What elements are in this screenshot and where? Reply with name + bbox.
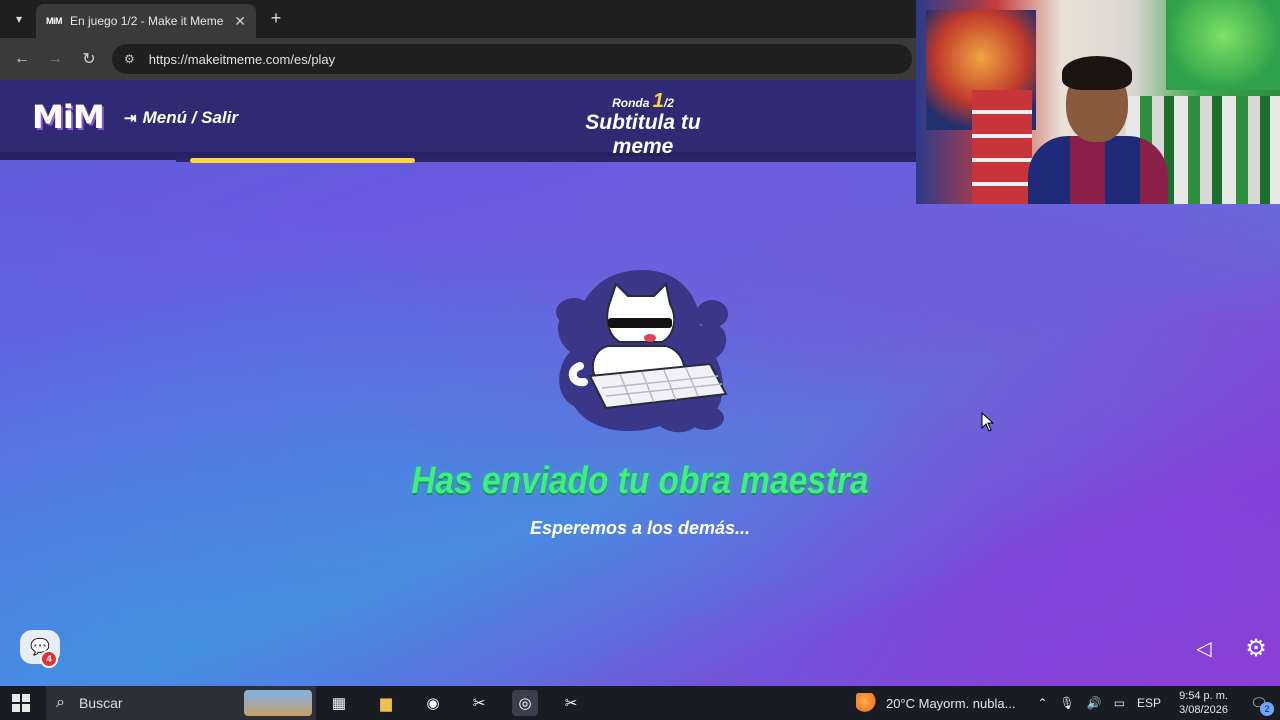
streamer (1028, 56, 1168, 204)
clock-time: 9:54 p. m. (1179, 690, 1228, 702)
system-tray: 20°C Mayorm. nubla... ⌃ 🎙 🔊 ▭ ESP 9:54 p… (855, 686, 1280, 720)
address-bar[interactable]: ⚙ https://makeitmeme.com/es/play (112, 44, 912, 74)
menu-exit-button[interactable]: ⇥ Menú / Salir (124, 108, 238, 128)
status-subtitle: Esperemos a los demás... (529, 518, 751, 538)
microphone-icon[interactable]: 🎙 (1060, 696, 1075, 710)
sound-muted-icon[interactable]: ◁ (1192, 636, 1216, 660)
mim-logo[interactable]: MiM (32, 98, 105, 136)
network-icon[interactable]: ▭ (1114, 696, 1125, 710)
capcut-icon[interactable]: ✂ (466, 690, 492, 716)
game-header: MiM ⇥ Menú / Salir Ronda 1/2 Subtitula t… (0, 80, 916, 160)
gear-icon[interactable]: ⚙ (1243, 635, 1269, 662)
menu-exit-label: Menú / Salir (142, 108, 238, 127)
back-icon[interactable]: ← (11, 48, 33, 70)
tab-active[interactable]: MiM En juego 1/2 - Make it Meme ✕ (36, 4, 256, 38)
obs-icon[interactable]: ◉ (420, 690, 446, 716)
search-placeholder: Buscar (78, 695, 123, 711)
taskbar-search[interactable]: ⌕ Buscar (46, 686, 316, 720)
progress-fill (190, 158, 416, 163)
chevron-up-icon[interactable]: ⌃ (1037, 696, 1047, 710)
streamer-body (1028, 136, 1168, 204)
exit-icon: ⇥ (124, 110, 137, 127)
status-title: Has enviado tu obra maestra (411, 460, 869, 502)
notification-count: 2 (1260, 702, 1274, 716)
streamer-hair (1062, 56, 1132, 90)
volume-icon[interactable]: 🔊 (1087, 696, 1102, 710)
site-settings-icon[interactable]: ⚙ (124, 52, 135, 66)
round-label: Ronda (612, 96, 650, 110)
webcam-overlay (916, 0, 1280, 204)
progress-bar (190, 158, 916, 163)
tab-list-icon[interactable]: ▾ (8, 8, 30, 30)
plus-icon[interactable]: + (266, 8, 286, 28)
tab-title: En juego 1/2 - Make it Meme (70, 14, 224, 28)
round-title: Subtitula tu meme (585, 111, 701, 158)
round-line: Ronda 1/2 (560, 90, 726, 113)
forward-icon[interactable]: → (44, 48, 66, 70)
tab-favicon: MiM (46, 16, 63, 26)
round-indicator: Ronda 1/2 Subtitula tu meme (560, 90, 726, 159)
chat-badge: 4 (40, 650, 58, 668)
clock-date: 3/08/2026 (1179, 704, 1228, 716)
reload-icon[interactable]: ↻ (78, 48, 100, 70)
shoe-boxes (972, 90, 1032, 204)
search-highlight-image (244, 690, 312, 716)
chrome-icon[interactable]: ◎ (512, 690, 538, 716)
search-icon: ⌕ (56, 694, 65, 711)
windows-start-icon[interactable] (12, 694, 30, 712)
mouse-cursor-icon (981, 412, 995, 432)
round-total: /2 (663, 96, 674, 110)
capcut-icon-2[interactable]: ✂ (558, 690, 584, 716)
clock[interactable]: 9:54 p. m. 3/08/2026 (1179, 689, 1228, 717)
url-text: https://makeitmeme.com/es/play (148, 51, 336, 67)
cat-typing-illustration (556, 270, 728, 433)
taskbar: ⌕ Buscar ▦ ▆ ◉ ✂ ◎ ✂ 20°C Mayorm. nubla.… (0, 686, 1280, 720)
task-view-icon[interactable]: ▦ (326, 690, 352, 716)
weather-icon[interactable] (855, 693, 878, 713)
weather-text[interactable]: 20°C Mayorm. nubla... (886, 696, 1015, 711)
notification-icon[interactable]: 🗨 2 (1248, 692, 1274, 716)
file-explorer-icon[interactable]: ▆ (373, 690, 399, 716)
language-indicator[interactable]: ESP (1137, 696, 1161, 710)
close-icon[interactable]: ✕ (234, 13, 246, 30)
round-current: 1 (652, 90, 664, 112)
graffiti-art (1166, 0, 1280, 90)
